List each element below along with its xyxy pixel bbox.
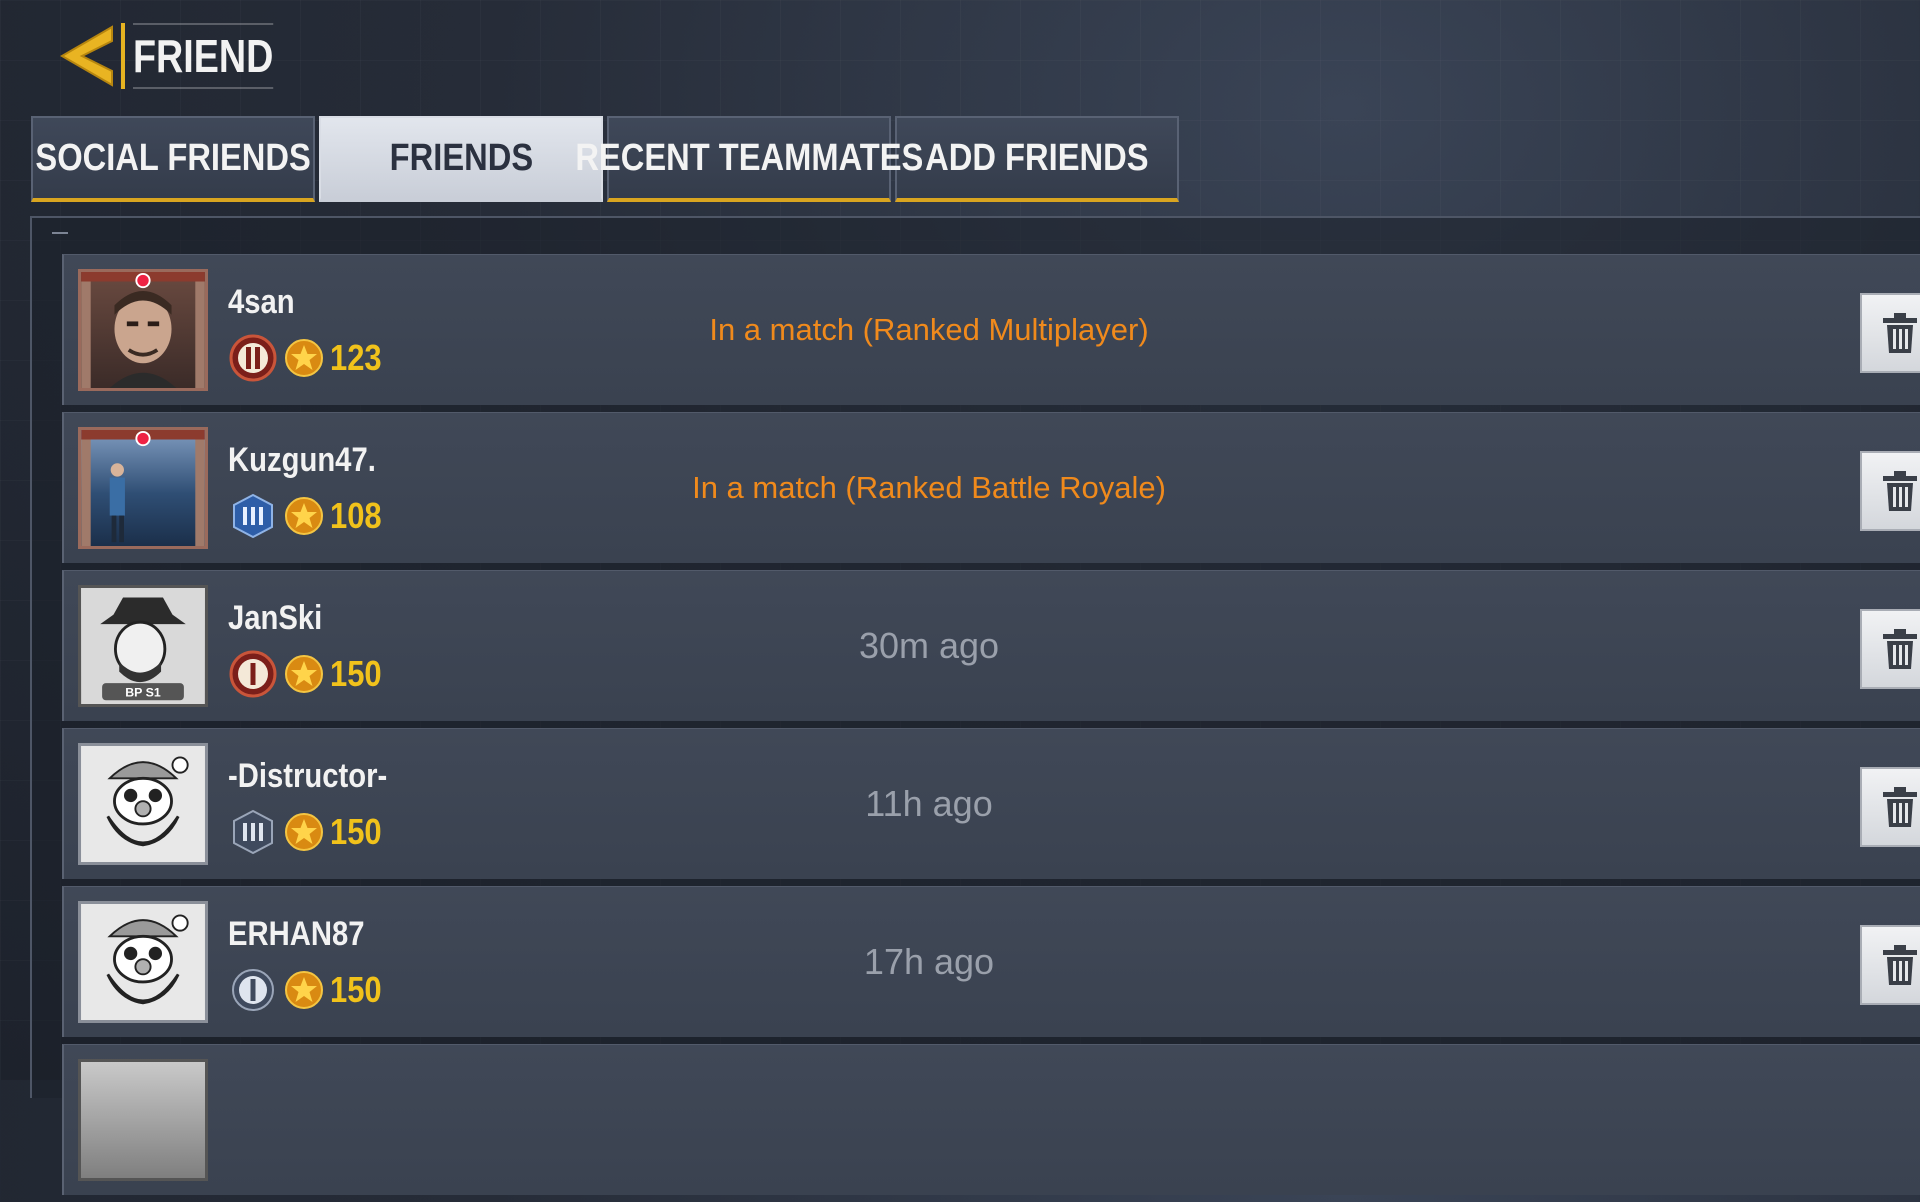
tab-recent-teammates[interactable]: RECENT TEAMMATES bbox=[575, 116, 923, 202]
friends-list-panel: 4san 123 In a match (Ranked Multiplayer) bbox=[30, 216, 1920, 1195]
friend-badges: 108 bbox=[228, 491, 390, 541]
santa-portrait-icon bbox=[81, 746, 205, 862]
panel-corner-mark bbox=[52, 232, 68, 234]
friend-badges: 150 bbox=[228, 649, 390, 699]
star-level-icon bbox=[285, 655, 323, 693]
tab-friends[interactable]: FRIENDS bbox=[319, 116, 603, 202]
friends-list[interactable]: 4san 123 In a match (Ranked Multiplayer) bbox=[62, 254, 1920, 1202]
friend-row-partial[interactable] bbox=[62, 1044, 1920, 1195]
tab-label: RECENT TEAMMATES bbox=[575, 136, 923, 179]
delete-friend-button[interactable] bbox=[1860, 609, 1920, 689]
page-title: FRIEND bbox=[133, 23, 274, 89]
friend-name: Kuzgun47. bbox=[228, 441, 376, 479]
friend-badges: 150 bbox=[228, 965, 390, 1015]
avatar bbox=[78, 1059, 208, 1181]
friend-name: -Distructor- bbox=[228, 757, 388, 795]
friend-badges: 123 bbox=[228, 333, 390, 383]
friend-status: 17h ago bbox=[863, 941, 995, 982]
star-level-icon bbox=[285, 339, 323, 377]
friend-level: 123 bbox=[330, 337, 382, 378]
tab-label: SOCIAL FRIENDS bbox=[35, 136, 311, 179]
friend-status: 11h ago bbox=[865, 783, 993, 824]
friend-status: In a match (Ranked Multiplayer) bbox=[709, 312, 1149, 347]
santa-avatar bbox=[78, 743, 208, 865]
rank-i-gray-icon bbox=[232, 969, 274, 1011]
star-level-icon bbox=[285, 971, 323, 1009]
friend-name: 4san bbox=[228, 283, 295, 321]
star-level-icon bbox=[285, 497, 323, 535]
trash-icon bbox=[1883, 629, 1917, 669]
back-arrow-icon bbox=[60, 25, 113, 87]
back-button[interactable] bbox=[55, 20, 117, 92]
person-photo-icon bbox=[81, 430, 205, 546]
delete-friend-button[interactable] bbox=[1860, 293, 1920, 373]
trash-icon bbox=[1883, 787, 1917, 827]
delete-friend-button[interactable] bbox=[1860, 451, 1920, 531]
star-level-icon bbox=[285, 813, 323, 851]
friend-row[interactable]: -Distructor- 150 11h ago bbox=[62, 728, 1920, 879]
friend-badges: 150 bbox=[228, 807, 390, 857]
friend-level: 150 bbox=[330, 811, 382, 852]
tab-bar: SOCIAL FRIENDS FRIENDS RECENT TEAMMATES … bbox=[31, 116, 1183, 202]
rank-i-icon bbox=[229, 650, 277, 698]
tab-label: FRIENDS bbox=[389, 136, 533, 179]
trash-icon bbox=[1883, 471, 1917, 511]
delete-friend-button[interactable] bbox=[1860, 925, 1920, 1005]
header-divider bbox=[121, 23, 125, 89]
friend-name: ERHAN87 bbox=[228, 915, 365, 953]
friend-level: 150 bbox=[330, 653, 382, 694]
tab-label: ADD FRIENDS bbox=[925, 136, 1149, 179]
friend-level: 108 bbox=[330, 495, 382, 536]
friend-row[interactable]: 4san 123 In a match (Ranked Multiplayer) bbox=[62, 254, 1920, 405]
header: FRIEND bbox=[55, 20, 304, 92]
rank-iii-gray-icon bbox=[233, 809, 273, 855]
trash-icon bbox=[1883, 945, 1917, 985]
hat-man-avatar: BP S1 bbox=[78, 585, 208, 707]
delete-friend-button[interactable] bbox=[1860, 767, 1920, 847]
photo-avatar bbox=[78, 427, 208, 549]
trash-icon bbox=[1883, 313, 1917, 353]
rank-iii-blue-icon bbox=[233, 493, 273, 539]
tab-social-friends[interactable]: SOCIAL FRIENDS bbox=[31, 116, 315, 202]
soldier-portrait-icon bbox=[81, 272, 205, 388]
friend-level: 150 bbox=[330, 969, 382, 1010]
friend-row[interactable]: ERHAN87 150 17h ago bbox=[62, 886, 1920, 1037]
friend-status: In a match (Ranked Battle Royale) bbox=[692, 470, 1166, 505]
tab-add-friends[interactable]: ADD FRIENDS bbox=[895, 116, 1179, 202]
rank-ii-icon bbox=[229, 334, 277, 382]
friend-row[interactable]: Kuzgun47. 108 In a match (Ranked Battle … bbox=[62, 412, 1920, 563]
friend-name: JanSki bbox=[228, 599, 323, 637]
hat-man-portrait-icon: BP S1 bbox=[81, 588, 205, 704]
santa-portrait-icon bbox=[81, 904, 205, 1020]
friend-status: 30m ago bbox=[858, 625, 1000, 666]
friend-row[interactable]: BP S1 JanSki 150 30m ago bbox=[62, 570, 1920, 721]
soldier-avatar bbox=[78, 269, 208, 391]
avatar-label: BP S1 bbox=[125, 685, 161, 699]
santa-avatar bbox=[78, 901, 208, 1023]
